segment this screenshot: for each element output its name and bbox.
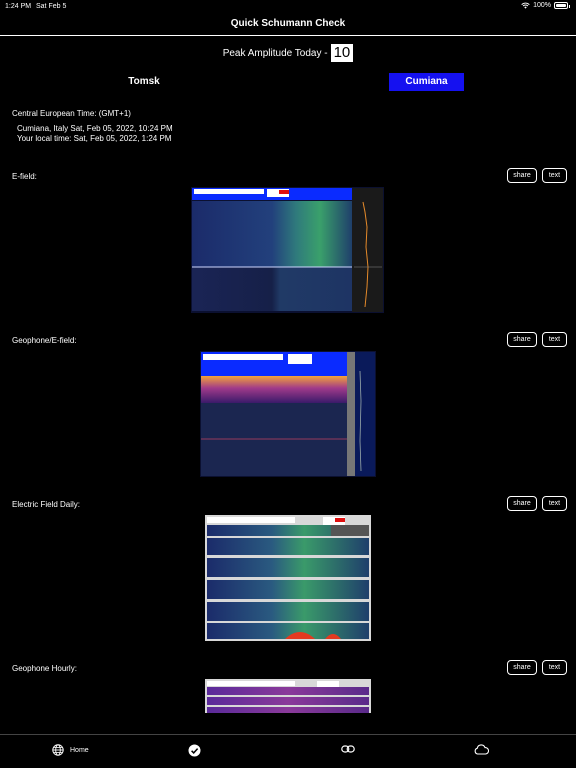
status-bar: 1:24 PM Sat Feb 5 100%: [0, 0, 576, 14]
tab-link[interactable]: [341, 744, 355, 754]
link-icon: [341, 745, 355, 753]
local-time: Your local time: Sat, Feb 05, 2022, 1:24…: [17, 134, 172, 143]
page-title: Quick Schumann Check: [230, 18, 346, 29]
peak-label: Peak Amplitude Today -: [222, 47, 328, 59]
text-button-efield[interactable]: text: [542, 168, 567, 183]
share-button-electric-field-daily[interactable]: share: [507, 496, 537, 511]
text-button-electric-field-daily[interactable]: text: [542, 496, 567, 511]
tab-check[interactable]: [188, 744, 201, 757]
efield-spectrogram: [191, 187, 384, 313]
tab-cloud[interactable]: [474, 744, 489, 755]
battery-icon: [554, 2, 570, 9]
geophone-hourly-spectrogram: [205, 679, 371, 713]
segment-tomsk[interactable]: Tomsk: [80, 73, 208, 91]
tab-home-label: Home: [70, 746, 89, 754]
status-date: Sat Feb 5: [36, 3, 67, 10]
globe-icon: [52, 744, 64, 756]
geophone-efield-spectrogram: [200, 351, 376, 477]
wifi-icon: [521, 2, 530, 9]
segment-cumiana[interactable]: Cumiana: [389, 73, 464, 91]
timezone-label: Central European Time: (GMT+1): [12, 109, 131, 118]
cloud-icon: [474, 744, 489, 755]
peak-value: 10: [330, 44, 354, 62]
peak-amplitude: Peak Amplitude Today - 10: [0, 44, 576, 62]
tabbar-divider: [0, 734, 576, 735]
section-label-efield: E-field:: [12, 172, 37, 181]
text-button-geophone-efield[interactable]: text: [542, 332, 567, 347]
section-label-electric-field-daily: Electric Field Daily:: [12, 500, 81, 509]
nav-divider: [0, 35, 576, 36]
share-button-geophone-hourly[interactable]: share: [507, 660, 537, 675]
tab-home[interactable]: Home: [52, 744, 89, 756]
text-button-geophone-hourly[interactable]: text: [542, 660, 567, 675]
status-time: 1:24 PM: [5, 3, 32, 10]
checkmark-icon: [188, 744, 201, 757]
section-label-geophone-efield: Geophone/E-field:: [12, 336, 77, 345]
location-time: Cumiana, Italy Sat, Feb 05, 2022, 10:24 …: [17, 124, 173, 133]
share-button-geophone-efield[interactable]: share: [507, 332, 537, 347]
electric-field-daily-spectrogram: [205, 515, 371, 641]
section-label-geophone-hourly: Geophone Hourly:: [12, 664, 77, 673]
share-button-efield[interactable]: share: [507, 168, 537, 183]
status-right: 100%: [521, 2, 570, 9]
battery-percent: 100%: [533, 2, 551, 9]
